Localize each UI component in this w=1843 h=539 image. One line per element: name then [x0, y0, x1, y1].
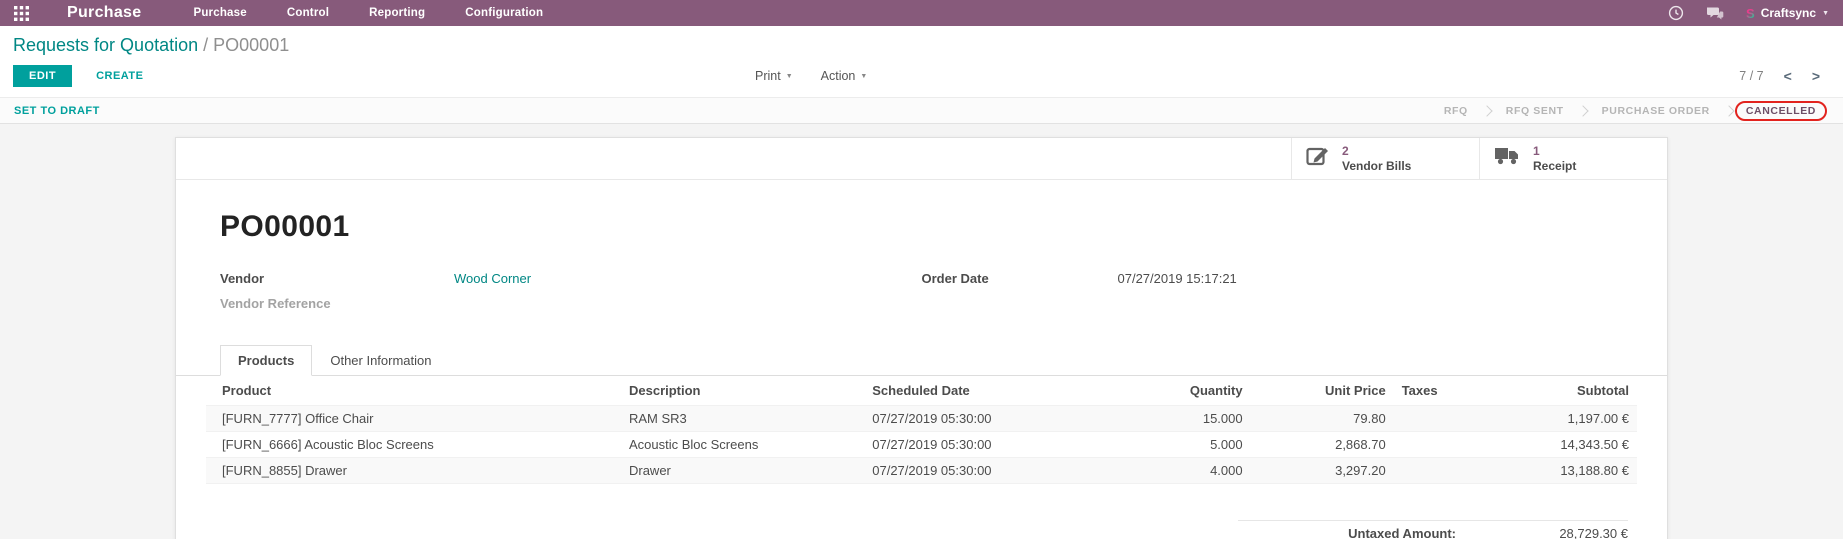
pager-previous-icon[interactable]: < — [1784, 69, 1792, 83]
tab-products[interactable]: Products — [220, 345, 312, 376]
breadcrumb: Requests for Quotation / PO00001 — [13, 35, 1830, 56]
table-row[interactable]: [FURN_6666] Acoustic Bloc Screens Acoust… — [206, 432, 1637, 458]
cell-unit-price: 79.80 — [1251, 406, 1394, 432]
column-header-product: Product — [206, 376, 621, 406]
totals-section: Untaxed Amount: 28,729.30 € Taxes: 0.00 … — [176, 520, 1667, 539]
edit-button[interactable]: EDIT — [13, 65, 72, 87]
activity-clock-icon[interactable] — [1668, 5, 1684, 21]
vendor-bills-smart-button[interactable]: 2 Vendor Bills — [1291, 138, 1479, 179]
cell-description: Drawer — [621, 458, 864, 484]
cell-product: [FURN_8855] Drawer — [206, 458, 621, 484]
nav-menu-control[interactable]: Control — [287, 7, 329, 19]
cell-taxes — [1394, 432, 1480, 458]
cell-description: Acoustic Bloc Screens — [621, 432, 864, 458]
create-button[interactable]: CREATE — [96, 70, 143, 82]
form-view-content: 2 Vendor Bills 1 Receipt PO00001 Ven — [0, 124, 1843, 539]
document-title: PO00001 — [220, 210, 1623, 244]
vendor-bills-label: Vendor Bills — [1342, 159, 1411, 173]
user-name: Craftsync — [1761, 6, 1816, 20]
app-brand-title: Purchase — [67, 4, 141, 22]
state-cancelled-annotated[interactable]: CANCELLED — [1735, 101, 1827, 121]
statusbar: SET TO DRAFT RFQ RFQ SENT PURCHASE ORDER… — [0, 97, 1843, 124]
nav-menu-configuration[interactable]: Configuration — [465, 7, 543, 19]
cell-description: RAM SR3 — [621, 406, 864, 432]
top-navbar: Purchase Purchase Control Reporting Conf… — [0, 0, 1843, 26]
control-panel: Requests for Quotation / PO00001 EDIT CR… — [0, 26, 1843, 97]
smart-buttons-row: 2 Vendor Bills 1 Receipt — [176, 138, 1667, 180]
form-fields: Vendor Wood Corner Vendor Reference Orde… — [220, 271, 1623, 321]
set-to-draft-button[interactable]: SET TO DRAFT — [14, 105, 100, 117]
user-menu[interactable]: S Craftsync ▼ — [1746, 6, 1829, 21]
cell-subtotal: 1,197.00 € — [1480, 406, 1637, 432]
cell-scheduled-date: 07/27/2019 05:30:00 — [864, 458, 1107, 484]
table-header-row: Product Description Scheduled Date Quant… — [206, 376, 1637, 406]
cell-quantity: 15.000 — [1108, 406, 1251, 432]
table-row[interactable]: [FURN_7777] Office Chair RAM SR3 07/27/2… — [206, 406, 1637, 432]
state-rfq-sent[interactable]: RFQ SENT — [1493, 105, 1577, 117]
pager-next-icon[interactable]: > — [1812, 69, 1820, 83]
column-header-description: Description — [621, 376, 864, 406]
breadcrumb-current: PO00001 — [213, 35, 289, 55]
craftsync-logo: S — [1746, 6, 1755, 21]
caret-down-icon: ▼ — [860, 73, 867, 80]
cell-subtotal: 14,343.50 € — [1480, 432, 1637, 458]
cell-quantity: 5.000 — [1108, 432, 1251, 458]
cell-taxes — [1394, 406, 1480, 432]
action-dropdown[interactable]: Action ▼ — [821, 69, 868, 83]
cell-subtotal: 13,188.80 € — [1480, 458, 1637, 484]
order-date-field-label: Order Date — [922, 271, 1118, 286]
untaxed-amount-value: 28,729.30 € — [1480, 526, 1628, 539]
nav-menu-purchase[interactable]: Purchase — [193, 7, 246, 19]
state-separator-chevron-icon — [1481, 105, 1492, 116]
state-purchase-order[interactable]: PURCHASE ORDER — [1589, 105, 1723, 117]
receipt-smart-button[interactable]: 1 Receipt — [1479, 138, 1667, 179]
pencil-square-icon — [1306, 145, 1330, 172]
vendor-field-value-link[interactable]: Wood Corner — [454, 271, 531, 286]
breadcrumb-parent-link[interactable]: Requests for Quotation — [13, 35, 198, 55]
column-header-quantity: Quantity — [1108, 376, 1251, 406]
messages-chat-icon[interactable] — [1706, 6, 1724, 21]
vendor-bills-count: 2 — [1342, 144, 1411, 158]
nav-menus: Purchase Control Reporting Configuration — [193, 7, 543, 19]
cell-product: [FURN_6666] Acoustic Bloc Screens — [206, 432, 621, 458]
apps-grid-icon[interactable] — [14, 6, 29, 21]
vendor-field-label: Vendor — [220, 271, 454, 286]
form-sheet: 2 Vendor Bills 1 Receipt PO00001 Ven — [175, 137, 1668, 539]
column-header-scheduled-date: Scheduled Date — [864, 376, 1107, 406]
cell-taxes — [1394, 458, 1480, 484]
cell-product: [FURN_7777] Office Chair — [206, 406, 621, 432]
column-header-subtotal: Subtotal — [1480, 376, 1637, 406]
receipt-label: Receipt — [1533, 159, 1576, 173]
cell-unit-price: 2,868.70 — [1251, 432, 1394, 458]
notebook-tabs: Products Other Information — [176, 345, 1667, 376]
state-separator-chevron-icon — [1723, 105, 1734, 116]
order-lines-table: Product Description Scheduled Date Quant… — [206, 376, 1637, 484]
untaxed-amount-label: Untaxed Amount: — [1238, 526, 1480, 539]
cell-scheduled-date: 07/27/2019 05:30:00 — [864, 406, 1107, 432]
caret-down-icon: ▼ — [786, 73, 793, 80]
breadcrumb-separator: / — [203, 35, 208, 55]
truck-icon — [1494, 146, 1521, 171]
cell-quantity: 4.000 — [1108, 458, 1251, 484]
state-rfq[interactable]: RFQ — [1431, 105, 1481, 117]
action-label: Action — [821, 69, 856, 83]
cell-scheduled-date: 07/27/2019 05:30:00 — [864, 432, 1107, 458]
vendor-reference-field-label: Vendor Reference — [220, 296, 454, 311]
print-dropdown[interactable]: Print ▼ — [755, 69, 793, 83]
table-row[interactable]: [FURN_8855] Drawer Drawer 07/27/2019 05:… — [206, 458, 1637, 484]
pager-count: 7 / 7 — [1739, 69, 1763, 83]
receipt-count: 1 — [1533, 144, 1576, 158]
caret-down-icon: ▼ — [1822, 10, 1829, 17]
state-separator-chevron-icon — [1577, 105, 1588, 116]
statusbar-states: RFQ RFQ SENT PURCHASE ORDER CANCELLED — [1431, 101, 1829, 121]
column-header-taxes: Taxes — [1394, 376, 1480, 406]
cell-unit-price: 3,297.20 — [1251, 458, 1394, 484]
print-label: Print — [755, 69, 781, 83]
tab-other-information[interactable]: Other Information — [312, 345, 449, 376]
nav-menu-reporting[interactable]: Reporting — [369, 7, 425, 19]
order-date-field-value: 07/27/2019 15:17:21 — [1118, 271, 1237, 286]
record-pager: 7 / 7 < > — [1739, 69, 1830, 83]
column-header-unit-price: Unit Price — [1251, 376, 1394, 406]
